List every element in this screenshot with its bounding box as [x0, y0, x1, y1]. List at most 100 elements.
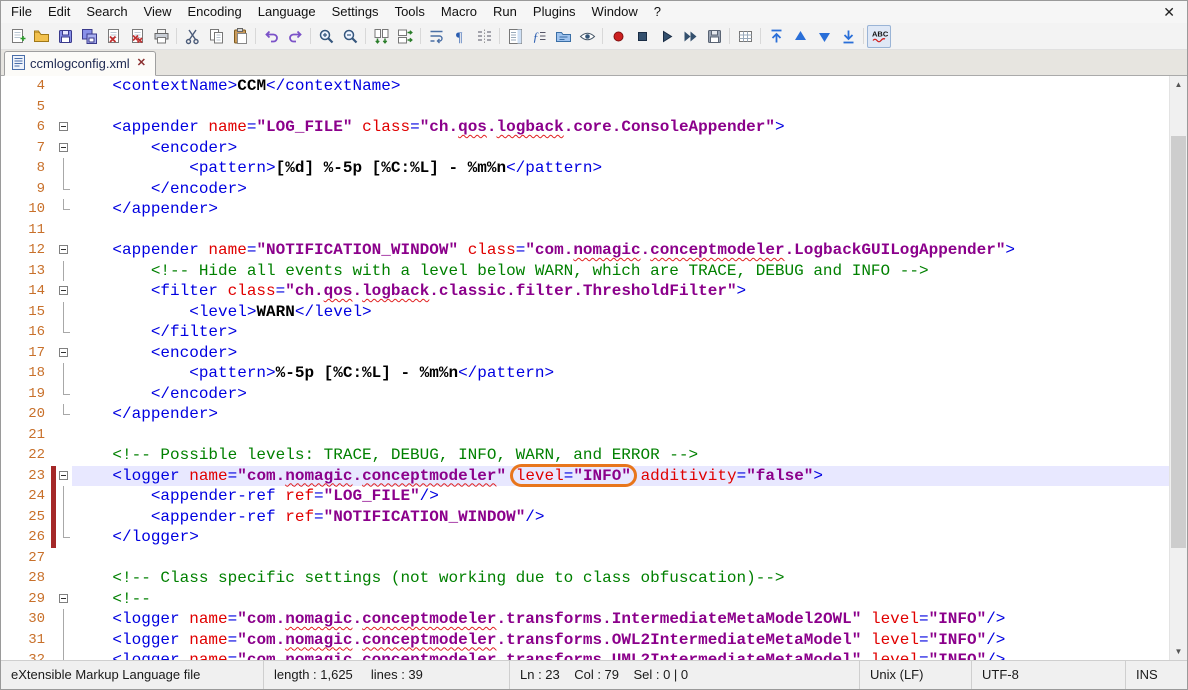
code-line[interactable]: <level>WARN</level>	[72, 302, 1170, 323]
menu-language[interactable]: Language	[250, 1, 324, 23]
code-line[interactable]: <logger name="com.nomagic.conceptmodeler…	[72, 650, 1170, 660]
line-number: 31	[1, 630, 51, 651]
save-all-icon[interactable]	[77, 25, 101, 48]
code-line[interactable]: </filter>	[72, 322, 1170, 343]
menu-window[interactable]: Window	[584, 1, 646, 23]
line-number: 27	[1, 548, 51, 569]
code-line[interactable]	[72, 425, 1170, 446]
print-icon[interactable]	[149, 25, 173, 48]
save-macro-icon[interactable]	[702, 25, 726, 48]
code-line[interactable]: <appender name="LOG_FILE" class="ch.qos.…	[72, 117, 1170, 138]
nav-up-icon[interactable]	[788, 25, 812, 48]
record-macro-icon[interactable]	[606, 25, 630, 48]
code-line[interactable]	[72, 220, 1170, 241]
code-line[interactable]: </appender>	[72, 199, 1170, 220]
undo-icon[interactable]	[259, 25, 283, 48]
code-line[interactable]: <appender name="NOTIFICATION_WINDOW" cla…	[72, 240, 1170, 261]
code-token: />	[986, 631, 1005, 649]
close-all-icon[interactable]	[125, 25, 149, 48]
editor-lines: 4 <contextName>CCM</contextName>56 <appe…	[1, 76, 1170, 660]
code-line[interactable]: <logger name="com.nomagic.conceptmodeler…	[72, 630, 1170, 651]
zoom-in-icon[interactable]	[314, 25, 338, 48]
close-icon[interactable]	[101, 25, 125, 48]
monitoring-icon[interactable]	[575, 25, 599, 48]
zoom-out-icon[interactable]	[338, 25, 362, 48]
sync-vertical-icon[interactable]	[369, 25, 393, 48]
redo-icon[interactable]	[283, 25, 307, 48]
menu-tools[interactable]: Tools	[387, 1, 433, 23]
code-line[interactable]: <encoder>	[72, 138, 1170, 159]
code-line[interactable]: <logger name="com.nomagic.conceptmodeler…	[72, 609, 1170, 630]
nav-last-icon[interactable]	[836, 25, 860, 48]
run-macro-multiple-icon[interactable]	[678, 25, 702, 48]
editor[interactable]: 4 <contextName>CCM</contextName>56 <appe…	[1, 76, 1187, 660]
code-line[interactable]: <!-- Possible levels: TRACE, DEBUG, INFO…	[72, 445, 1170, 466]
code-line[interactable]: <!-- Hide all events with a level below …	[72, 261, 1170, 282]
scroll-up-icon[interactable]	[1170, 76, 1187, 93]
tab-ccmlogconfig.xml[interactable]: ccmlogconfig.xml✕	[4, 51, 156, 76]
code-line[interactable]: <pattern>%-5p [%C:%L] - %m%n</pattern>	[72, 363, 1170, 384]
code-line[interactable]: </encoder>	[72, 179, 1170, 200]
grid-icon[interactable]	[733, 25, 757, 48]
vertical-scrollbar[interactable]	[1169, 76, 1187, 660]
sync-horizontal-icon[interactable]	[393, 25, 417, 48]
code-line[interactable]: </encoder>	[72, 384, 1170, 405]
word-wrap-icon[interactable]	[424, 25, 448, 48]
menu-encoding[interactable]: Encoding	[180, 1, 250, 23]
code-line[interactable]: </logger>	[72, 527, 1170, 548]
code-line[interactable]: </appender>	[72, 404, 1170, 425]
cut-icon[interactable]	[180, 25, 204, 48]
fold-collapse-icon[interactable]	[59, 122, 68, 131]
code-line[interactable]: <contextName>CCM</contextName>	[72, 76, 1170, 97]
function-list-icon[interactable]: ƒ	[527, 25, 551, 48]
show-all-characters-icon[interactable]: ¶	[448, 25, 472, 48]
window-close-icon[interactable]: ✕	[1159, 1, 1179, 23]
code-line[interactable]: <filter class="ch.qos.logback.classic.fi…	[72, 281, 1170, 302]
fold-collapse-icon[interactable]	[59, 594, 68, 603]
menu-run[interactable]: Run	[485, 1, 525, 23]
menu-settings[interactable]: Settings	[324, 1, 387, 23]
save-icon[interactable]	[53, 25, 77, 48]
code-line[interactable]: <appender-ref ref="LOG_FILE"/>	[72, 486, 1170, 507]
menu-view[interactable]: View	[136, 1, 180, 23]
code-token: "INFO"	[929, 631, 987, 649]
fold-margin	[56, 363, 72, 384]
status-insert-mode[interactable]: INS	[1125, 661, 1187, 689]
menu-file[interactable]: File	[3, 1, 40, 23]
menu-plugins[interactable]: Plugins	[525, 1, 584, 23]
code-line[interactable]: <!--	[72, 589, 1170, 610]
code-line[interactable]: <encoder>	[72, 343, 1170, 364]
scroll-down-icon[interactable]	[1170, 643, 1187, 660]
menu-search[interactable]: Search	[78, 1, 135, 23]
play-macro-icon[interactable]	[654, 25, 678, 48]
nav-first-icon[interactable]	[764, 25, 788, 48]
menu-edit[interactable]: Edit	[40, 1, 78, 23]
indent-guide-icon[interactable]	[472, 25, 496, 48]
nav-down-icon[interactable]	[812, 25, 836, 48]
code-line[interactable]: <!-- Class specific settings (not workin…	[72, 568, 1170, 589]
stop-macro-icon[interactable]	[630, 25, 654, 48]
open-folder-icon[interactable]	[29, 25, 53, 48]
fold-collapse-icon[interactable]	[59, 348, 68, 357]
code-line[interactable]: <appender-ref ref="NOTIFICATION_WINDOW"/…	[72, 507, 1170, 528]
tab-close-icon[interactable]: ✕	[135, 57, 148, 70]
fold-collapse-icon[interactable]	[59, 471, 68, 480]
code-line[interactable]	[72, 548, 1170, 569]
scrollbar-thumb[interactable]	[1171, 136, 1186, 548]
code-token	[74, 631, 112, 649]
code-token: %-5p [%C:%L] - %m%n	[276, 364, 458, 382]
paste-icon[interactable]	[228, 25, 252, 48]
fold-collapse-icon[interactable]	[59, 143, 68, 152]
document-map-icon[interactable]	[503, 25, 527, 48]
new-file-icon[interactable]	[5, 25, 29, 48]
folder-workspace-icon[interactable]	[551, 25, 575, 48]
menu-macro[interactable]: Macro	[433, 1, 485, 23]
code-line[interactable]	[72, 97, 1170, 118]
menu-help[interactable]: ?	[646, 1, 669, 23]
fold-collapse-icon[interactable]	[59, 286, 68, 295]
copy-icon[interactable]	[204, 25, 228, 48]
code-line[interactable]: <pattern>[%d] %-5p [%C:%L] - %m%n</patte…	[72, 158, 1170, 179]
fold-collapse-icon[interactable]	[59, 245, 68, 254]
spell-check-icon[interactable]: ABC	[867, 25, 891, 48]
code-line[interactable]: <logger name="com.nomagic.conceptmodeler…	[72, 466, 1170, 487]
